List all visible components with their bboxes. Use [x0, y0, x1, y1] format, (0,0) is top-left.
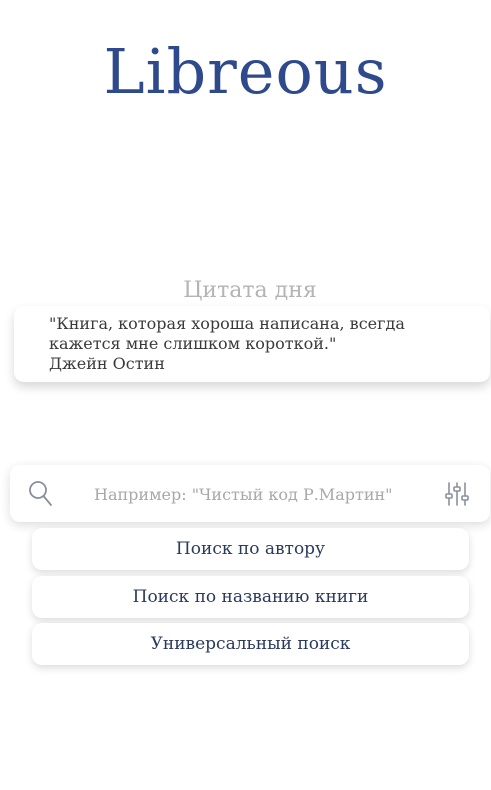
search-input[interactable] [94, 479, 424, 509]
search-by-title-button[interactable]: Поиск по названию книги [32, 576, 469, 618]
search-by-author-button[interactable]: Поиск по автору [32, 528, 469, 570]
quote-of-day-heading: Цитата дня [183, 278, 317, 303]
search-bar[interactable] [10, 465, 490, 522]
quote-card: "Книга, которая хороша написана, всегда … [14, 306, 490, 382]
search-icon[interactable] [28, 480, 54, 508]
quote-author: Джейн Остин [49, 354, 165, 373]
sliders-icon[interactable] [444, 481, 470, 507]
quote-text: "Книга, которая хороша написана, всегда … [49, 314, 405, 353]
app-logo: Libreous [103, 35, 388, 108]
universal-search-button[interactable]: Универсальный поиск [32, 623, 469, 665]
